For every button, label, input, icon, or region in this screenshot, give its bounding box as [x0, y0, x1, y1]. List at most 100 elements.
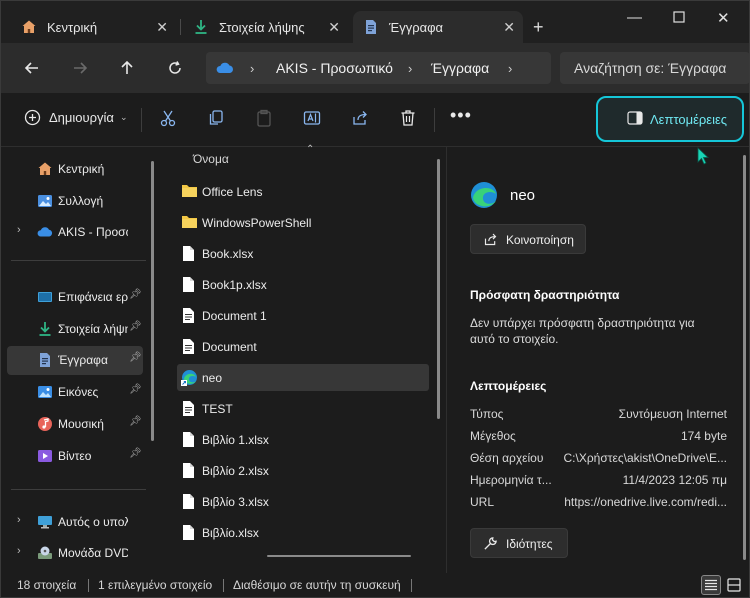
breadcrumb-root[interactable]: AKIS - Προσωπικό	[276, 60, 393, 76]
sidebar-item-music[interactable]: Μουσική 📌︎	[1, 410, 149, 438]
sidebar-item-video[interactable]: Βίντεο 📌︎	[1, 442, 149, 470]
activity-heading: Πρόσφατη δραστηριότητα	[470, 288, 620, 302]
address-bar[interactable]: › AKIS - Προσωπικό › Έγγραφα ›	[206, 52, 551, 84]
wrench-icon	[483, 536, 498, 551]
list-item[interactable]: Βιβλίο 1.xlsx	[177, 426, 429, 453]
sidebar-item-desktop[interactable]: Επιφάνεια εργασίας 📌︎	[1, 283, 149, 311]
pin-icon[interactable]: 📌︎	[129, 416, 142, 427]
details-view-icon[interactable]	[701, 575, 721, 595]
breadcrumb-current[interactable]: Έγγραφα	[431, 60, 489, 76]
sidebar-scrollbar[interactable]	[151, 161, 154, 441]
list-item[interactable]: WindowsPowerShell	[177, 209, 429, 236]
pin-icon[interactable]: 📌︎	[129, 352, 142, 363]
list-item[interactable]: Book.xlsx	[177, 240, 429, 267]
chevron-right-icon[interactable]: ›	[17, 545, 21, 557]
close-window-icon[interactable]: ✕	[717, 9, 730, 27]
sidebar-item-label: Επιφάνεια εργασίας	[58, 290, 128, 304]
new-button-label: Δημιουργία	[49, 110, 114, 125]
delete-icon[interactable]	[399, 109, 417, 127]
onedrive-cloud-icon	[37, 224, 53, 240]
new-button[interactable]: Δημιουργία ⌄	[24, 109, 127, 126]
pictures-icon	[37, 384, 53, 400]
cut-icon[interactable]	[159, 109, 177, 127]
folder-icon	[181, 183, 198, 200]
property-value: 11/4/2023 12:05 πμ	[622, 473, 727, 487]
tiles-view-icon[interactable]	[724, 575, 744, 595]
details-pane-button[interactable]: Λεπτομέρειες	[596, 96, 744, 142]
sidebar-item-onedrive[interactable]: › AKIS - Προσωπικό	[1, 218, 149, 246]
tab-documents[interactable]: Έγγραφα ✕	[353, 11, 523, 43]
forward-arrow-icon[interactable]	[69, 57, 91, 79]
pin-icon[interactable]: 📌︎	[129, 384, 142, 395]
share-icon[interactable]	[351, 109, 369, 127]
sidebar-item-label: Αυτός ο υπολογιστής	[58, 515, 128, 529]
properties-button[interactable]: Ιδιότητες	[470, 528, 568, 558]
file-name: Document 1	[202, 309, 267, 323]
file-name: Βιβλίο 3.xlsx	[202, 495, 269, 509]
pin-icon[interactable]: 📌︎	[129, 289, 142, 300]
details-scrollbar[interactable]	[743, 155, 746, 560]
column-header-name[interactable]: Όνομα	[193, 152, 229, 166]
list-item[interactable]: neo	[177, 364, 429, 391]
minimize-icon[interactable]: —	[627, 9, 642, 26]
refresh-icon[interactable]	[164, 57, 186, 79]
list-item[interactable]: Document 1	[177, 302, 429, 329]
details-pane-icon	[627, 111, 643, 125]
text-file-icon	[181, 338, 198, 355]
list-item[interactable]: Office Lens	[177, 178, 429, 205]
property-value[interactable]: https://onedrive.live.com/redi...	[564, 495, 727, 509]
search-input[interactable]: Αναζήτηση σε: Έγγραφα	[560, 52, 749, 84]
video-icon	[37, 448, 53, 464]
sidebar-item-label: Βίντεο	[58, 449, 92, 463]
breadcrumb-chevron-icon: ›	[408, 61, 413, 76]
home-icon	[37, 161, 53, 177]
sidebar-item-pictures[interactable]: Εικόνες 📌︎	[1, 378, 149, 406]
list-item[interactable]: Book1p.xlsx	[177, 271, 429, 298]
paste-icon[interactable]	[255, 109, 273, 127]
list-item[interactable]: Βιβλίο 3.xlsx	[177, 488, 429, 515]
share-button-label: Κοινοποίηση	[506, 233, 574, 247]
list-item[interactable]: Document	[177, 333, 429, 360]
list-item[interactable]: Βιβλίο 2.xlsx	[177, 457, 429, 484]
close-tab-icon[interactable]: ✕	[328, 19, 340, 36]
chevron-right-icon[interactable]: ›	[17, 514, 21, 526]
horizontal-scrollbar[interactable]	[267, 555, 411, 557]
pin-icon[interactable]: 📌︎	[129, 321, 142, 332]
text-file-icon	[181, 400, 198, 417]
sidebar-item-label: AKIS - Προσωπικό	[58, 225, 128, 239]
chevron-right-icon[interactable]: ›	[17, 224, 21, 236]
breadcrumb-chevron-icon[interactable]: ›	[508, 61, 512, 76]
sidebar-item-gallery[interactable]: Συλλογή	[1, 187, 149, 215]
tab-downloads[interactable]: Στοιχεία λήψης ✕	[183, 11, 348, 43]
list-item[interactable]: Βιβλίο.xlsx	[177, 519, 429, 546]
sidebar-item-label: Έγγραφα	[58, 353, 108, 367]
sidebar-item-this-pc[interactable]: › Αυτός ο υπολογιστής	[1, 508, 149, 536]
music-icon	[37, 416, 53, 432]
details-button-label: Λεπτομέρειες	[650, 112, 728, 127]
pin-icon[interactable]: 📌︎	[129, 448, 142, 459]
sidebar-item-dvd-drive[interactable]: › Μονάδα DVD (D:)	[1, 539, 149, 567]
tab-home[interactable]: Κεντρική ✕	[11, 11, 176, 43]
property-value[interactable]: C:\Χρήστες\akist\OneDrive\E...	[564, 451, 727, 465]
property-value: 174 byte	[680, 429, 727, 443]
activity-text: Δεν υπάρχει πρόσφατη δραστηριότητα για α…	[470, 316, 695, 346]
back-arrow-icon[interactable]	[21, 57, 43, 79]
new-tab-icon[interactable]: +	[533, 17, 544, 38]
share-button[interactable]: Κοινοποίηση	[470, 224, 586, 254]
more-options-icon[interactable]: •••	[450, 105, 472, 126]
sidebar-item-downloads[interactable]: Στοιχεία λήψης 📌︎	[1, 315, 149, 343]
mouse-cursor-icon	[697, 147, 710, 168]
maximize-icon[interactable]	[673, 9, 685, 27]
up-arrow-icon[interactable]	[116, 57, 138, 79]
close-tab-icon[interactable]: ✕	[503, 19, 515, 36]
onedrive-cloud-icon	[216, 61, 234, 78]
list-item[interactable]: TEST	[177, 395, 429, 422]
property-key: Μέγεθος	[470, 429, 516, 443]
copy-icon[interactable]	[207, 109, 225, 127]
sidebar-item-home[interactable]: Κεντρική	[1, 155, 149, 183]
close-tab-icon[interactable]: ✕	[156, 19, 168, 36]
rename-icon[interactable]	[303, 109, 321, 127]
file-list-scrollbar[interactable]	[437, 159, 440, 419]
sort-arrow-icon[interactable]: ⌃	[306, 144, 314, 155]
sidebar-item-documents[interactable]: Έγγραφα 📌︎	[7, 346, 143, 375]
